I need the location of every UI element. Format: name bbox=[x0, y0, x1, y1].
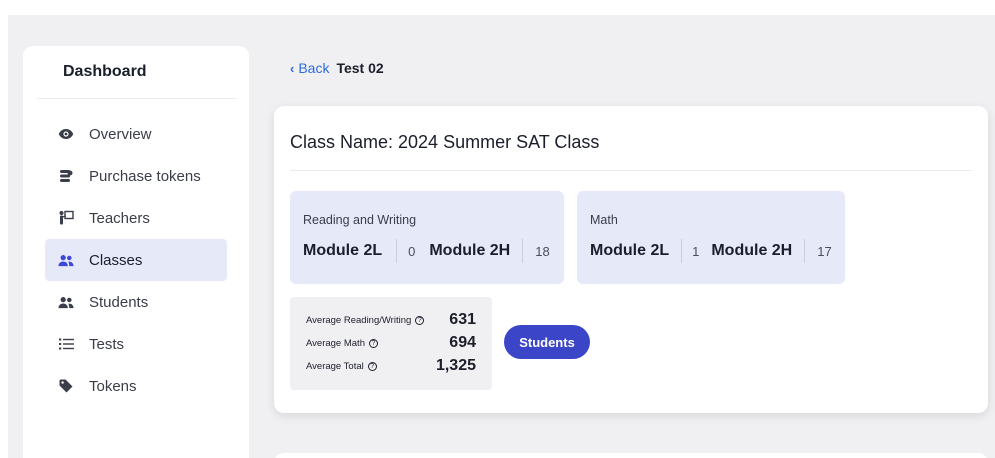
sidebar-item-label: Purchase tokens bbox=[89, 167, 201, 185]
average-reading-writing-label: Average Reading/Writing ? bbox=[306, 314, 425, 326]
users-icon bbox=[58, 252, 74, 268]
module-2h-count: 18 bbox=[535, 243, 550, 259]
sidebar-item-students[interactable]: Students bbox=[45, 281, 227, 323]
reading-writing-label: Reading and Writing bbox=[303, 213, 417, 227]
eye-icon bbox=[58, 126, 74, 142]
math-modules: Math Module 2L 1 Module 2H 17 bbox=[577, 191, 845, 284]
label-text: Average Math bbox=[306, 337, 365, 349]
label-text: Average Reading/Writing bbox=[306, 314, 412, 326]
back-button[interactable]: ‹ Back bbox=[290, 60, 329, 76]
sidebar-item-tests[interactable]: Tests bbox=[45, 323, 227, 365]
average-total-row: Average Total ? 1,325 bbox=[306, 357, 476, 375]
average-math-value: 694 bbox=[449, 334, 476, 351]
divider bbox=[804, 239, 806, 263]
sidebar-item-label: Classes bbox=[89, 251, 143, 269]
average-total-label: Average Total ? bbox=[306, 361, 377, 372]
coins-icon bbox=[58, 168, 74, 184]
sidebar-title: Dashboard bbox=[63, 63, 147, 80]
divider bbox=[396, 239, 398, 263]
breadcrumb: ‹ Back Test 02 bbox=[290, 60, 384, 76]
module-2l-count: 0 bbox=[408, 243, 416, 259]
sidebar-item-purchase-tokens[interactable]: Purchase tokens bbox=[45, 155, 227, 197]
teacher-icon bbox=[58, 210, 74, 226]
average-total-value: 1,325 bbox=[435, 357, 476, 374]
class-card: Class Name: 2024 Summer SAT Class Readin… bbox=[274, 106, 988, 413]
sidebar-item-label: Tokens bbox=[89, 377, 137, 395]
module-2h-label: Module 2H bbox=[429, 242, 511, 259]
card-divider bbox=[290, 170, 972, 171]
sidebar-item-label: Tests bbox=[89, 335, 125, 353]
next-card bbox=[274, 453, 988, 458]
average-reading-writing-value: 631 bbox=[449, 311, 476, 328]
average-reading-writing-row: Average Reading/Writing ? 631 bbox=[306, 311, 476, 329]
help-icon[interactable]: ? bbox=[415, 315, 425, 325]
class-name-title: Class Name: 2024 Summer SAT Class bbox=[290, 132, 600, 152]
sidebar: Dashboard Overview Purchase tokens Teach… bbox=[23, 46, 249, 458]
module-2l-label: Module 2L bbox=[303, 242, 383, 259]
users-icon bbox=[58, 294, 74, 310]
module-2l-count: 1 bbox=[692, 243, 700, 259]
page-title: Test 02 bbox=[336, 60, 384, 76]
average-math-row: Average Math ? 694 bbox=[306, 334, 476, 352]
label-text: Average Total bbox=[306, 360, 364, 372]
tag-icon bbox=[58, 378, 74, 394]
module-2h-count: 17 bbox=[817, 243, 832, 259]
average-math-label: Average Math ? bbox=[306, 338, 378, 349]
sidebar-item-tokens[interactable]: Tokens bbox=[45, 365, 227, 407]
divider bbox=[522, 239, 524, 263]
module-2l-label: Module 2L bbox=[590, 242, 670, 259]
help-icon[interactable]: ? bbox=[367, 361, 377, 371]
module-2h-label: Module 2H bbox=[711, 242, 793, 259]
students-button[interactable]: Students bbox=[504, 325, 590, 359]
reading-writing-module-row: Module 2L 0 Module 2H 18 bbox=[303, 239, 550, 263]
sidebar-divider bbox=[37, 98, 237, 99]
sidebar-item-label: Teachers bbox=[89, 209, 150, 227]
back-label: Back bbox=[298, 60, 330, 76]
sidebar-item-teachers[interactable]: Teachers bbox=[45, 197, 227, 239]
sidebar-item-label: Overview bbox=[89, 125, 152, 143]
math-label: Math bbox=[590, 213, 618, 227]
sidebar-item-overview[interactable]: Overview bbox=[45, 113, 227, 155]
averages-panel: Average Reading/Writing ? 631 Average Ma… bbox=[290, 297, 492, 390]
sidebar-item-label: Students bbox=[89, 293, 149, 311]
sidebar-item-classes[interactable]: Classes bbox=[45, 239, 227, 281]
reading-writing-modules: Reading and Writing Module 2L 0 Module 2… bbox=[290, 191, 564, 284]
list-icon bbox=[58, 336, 74, 352]
math-module-row: Module 2L 1 Module 2H 17 bbox=[590, 239, 832, 263]
help-icon[interactable]: ? bbox=[368, 338, 378, 348]
divider bbox=[681, 239, 683, 263]
chevron-left-icon: ‹ bbox=[290, 60, 295, 76]
